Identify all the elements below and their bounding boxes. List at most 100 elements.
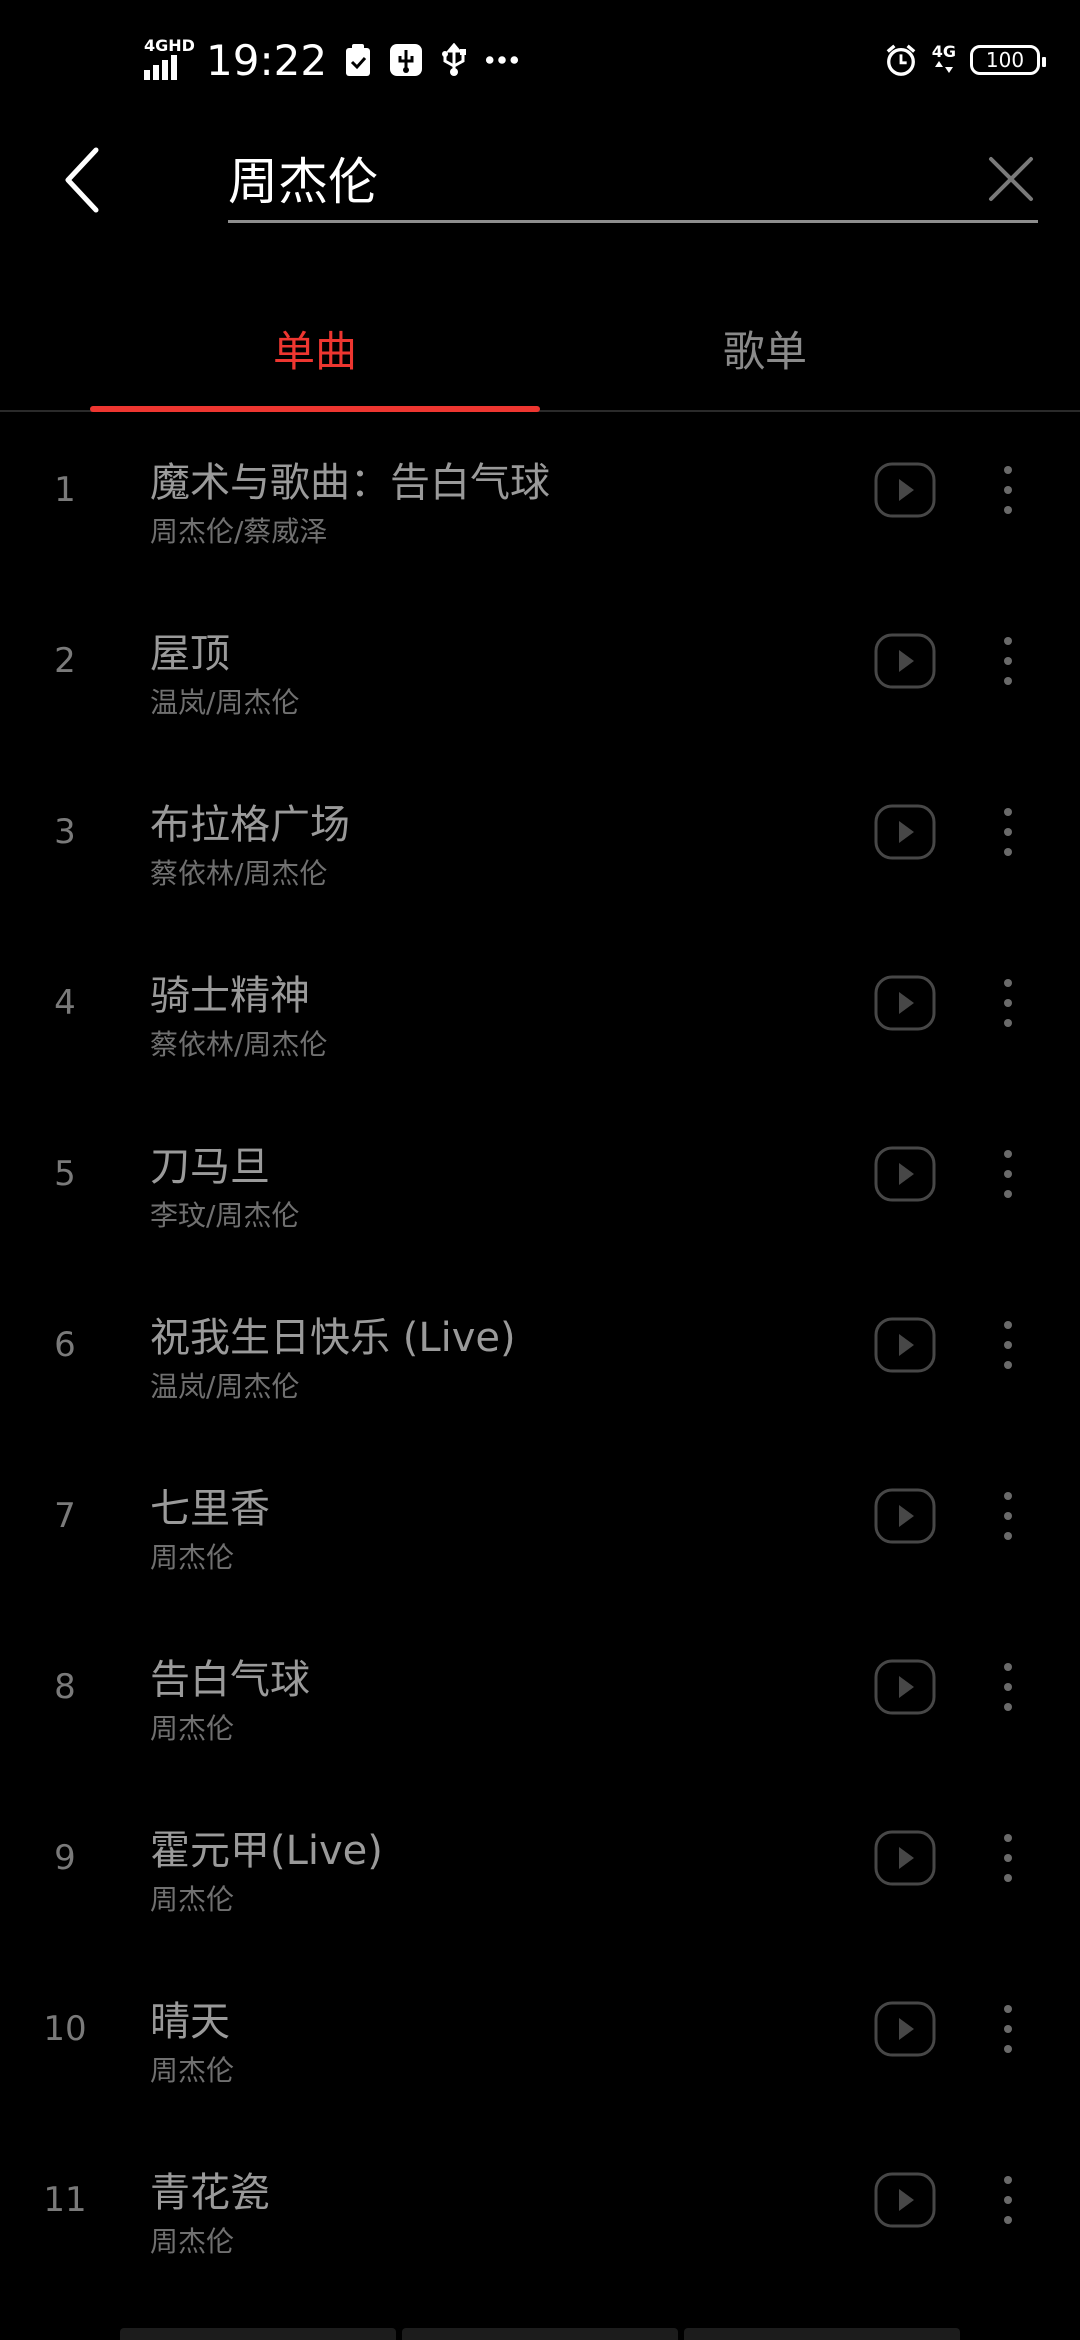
play-button[interactable]: [874, 804, 936, 860]
signal-strength-icon: 4GHD: [144, 36, 195, 80]
song-artist: 周杰伦: [150, 1883, 235, 1916]
play-button[interactable]: [874, 1146, 936, 1202]
play-icon: [874, 1317, 936, 1373]
song-row[interactable]: 8 告白气球 周杰伦: [0, 1607, 1080, 1778]
song-row[interactable]: 7 七里香 周杰伦: [0, 1436, 1080, 1607]
song-index: 4: [54, 983, 76, 1023]
song-artist: 周杰伦/蔡威泽: [150, 515, 328, 548]
play-button[interactable]: [874, 2172, 936, 2228]
song-title: 祝我生日快乐 (Live): [150, 1315, 516, 1361]
usb-debug-icon: [389, 43, 423, 77]
search-input[interactable]: [228, 140, 928, 216]
song-list: 1 魔术与歌曲：告白气球 周杰伦/蔡威泽 2 屋顶 温岚/周杰伦 3 布拉格广场…: [0, 410, 1080, 2291]
play-icon: [874, 1830, 936, 1886]
tab-singles[interactable]: 单曲: [90, 290, 540, 406]
song-title: 骑士精神: [150, 973, 310, 1019]
song-title: 七里香: [150, 1486, 270, 1532]
song-title: 魔术与歌曲：告白气球: [150, 460, 550, 506]
song-title: 布拉格广场: [150, 802, 350, 848]
song-artist: 周杰伦: [150, 1541, 235, 1574]
song-title: 青花瓷: [150, 2170, 270, 2216]
result-tabs: 单曲 歌单: [0, 290, 1080, 412]
mobile-data-label: 4G: [931, 42, 956, 61]
play-icon: [874, 2001, 936, 2057]
song-title: 告白气球: [150, 1657, 310, 1703]
song-index: 9: [54, 1838, 76, 1878]
status-bar-right: 4G 100: [884, 36, 1046, 84]
status-bar-left: 4GHD 19:22: [144, 34, 519, 86]
more-options-button[interactable]: [990, 1315, 1026, 1375]
song-index: 6: [54, 1325, 76, 1365]
more-options-button[interactable]: [990, 460, 1026, 520]
song-artist: 温岚/周杰伦: [150, 1370, 300, 1403]
more-options-button[interactable]: [990, 1486, 1026, 1546]
song-row[interactable]: 3 布拉格广场 蔡依林/周杰伦: [0, 752, 1080, 923]
network-type-label: 4GHD: [144, 36, 195, 55]
song-artist: 李玟/周杰伦: [150, 1199, 300, 1232]
back-button[interactable]: [52, 140, 112, 220]
battery-level: 100: [985, 48, 1025, 72]
song-artist: 温岚/周杰伦: [150, 686, 300, 719]
play-icon: [874, 633, 936, 689]
more-options-button[interactable]: [990, 1657, 1026, 1717]
play-icon: [874, 462, 936, 518]
play-button[interactable]: [874, 1488, 936, 1544]
song-index: 10: [43, 2009, 87, 2049]
song-title: 霍元甲(Live): [150, 1828, 383, 1874]
play-icon: [874, 1146, 936, 1202]
song-row[interactable]: 4 骑士精神 蔡依林/周杰伦: [0, 923, 1080, 1094]
song-title: 屋顶: [150, 631, 230, 677]
song-index: 8: [54, 1667, 76, 1707]
play-button[interactable]: [874, 2001, 936, 2057]
status-bar: 4GHD 19:22 4G 100: [0, 0, 1080, 120]
more-notifications-icon: [485, 43, 519, 77]
song-row[interactable]: 1 魔术与歌曲：告白气球 周杰伦/蔡威泽: [0, 410, 1080, 581]
close-icon: [989, 157, 1033, 201]
clear-search-button[interactable]: [984, 152, 1038, 206]
song-row[interactable]: 2 屋顶 温岚/周杰伦: [0, 581, 1080, 752]
song-index: 5: [54, 1154, 76, 1194]
play-icon: [874, 1659, 936, 1715]
mobile-data-icon: 4G: [932, 44, 956, 76]
song-artist: 周杰伦: [150, 2054, 235, 2087]
song-artist: 周杰伦: [150, 1712, 235, 1745]
song-row[interactable]: 5 刀马旦 李玟/周杰伦: [0, 1094, 1080, 1265]
more-options-button[interactable]: [990, 973, 1026, 1033]
more-options-button[interactable]: [990, 802, 1026, 862]
search-bar: [228, 140, 1038, 223]
play-button[interactable]: [874, 1317, 936, 1373]
tab-playlists[interactable]: 歌单: [540, 290, 990, 406]
play-button[interactable]: [874, 1659, 936, 1715]
song-artist: 蔡依林/周杰伦: [150, 857, 328, 890]
play-button[interactable]: [874, 1830, 936, 1886]
song-row[interactable]: 9 霍元甲(Live) 周杰伦: [0, 1778, 1080, 1949]
song-row[interactable]: 6 祝我生日快乐 (Live) 温岚/周杰伦: [0, 1265, 1080, 1436]
play-button[interactable]: [874, 633, 936, 689]
usb-icon: [437, 43, 471, 77]
more-options-button[interactable]: [990, 631, 1026, 691]
song-index: 11: [43, 2180, 87, 2220]
song-index: 2: [54, 641, 76, 681]
song-artist: 周杰伦: [150, 2225, 235, 2258]
more-options-button[interactable]: [990, 2170, 1026, 2230]
play-button[interactable]: [874, 462, 936, 518]
song-row[interactable]: 11 青花瓷 周杰伦: [0, 2120, 1080, 2291]
play-icon: [874, 1488, 936, 1544]
alarm-clock-icon: [884, 43, 918, 77]
battery-icon: 100: [970, 45, 1046, 75]
song-row[interactable]: 10 晴天 周杰伦: [0, 1949, 1080, 2120]
play-button[interactable]: [874, 975, 936, 1031]
more-options-button[interactable]: [990, 1999, 1026, 2059]
more-options-button[interactable]: [990, 1144, 1026, 1204]
song-index: 1: [54, 470, 76, 510]
song-index: 3: [54, 812, 76, 852]
clipboard-check-icon: [341, 43, 375, 77]
song-artist: 蔡依林/周杰伦: [150, 1028, 328, 1061]
song-title: 晴天: [150, 1999, 230, 2045]
partially-visible-content: [120, 2328, 960, 2340]
play-icon: [874, 804, 936, 860]
song-index: 7: [54, 1496, 76, 1536]
play-icon: [874, 2172, 936, 2228]
back-arrow-icon: [65, 147, 99, 213]
more-options-button[interactable]: [990, 1828, 1026, 1888]
